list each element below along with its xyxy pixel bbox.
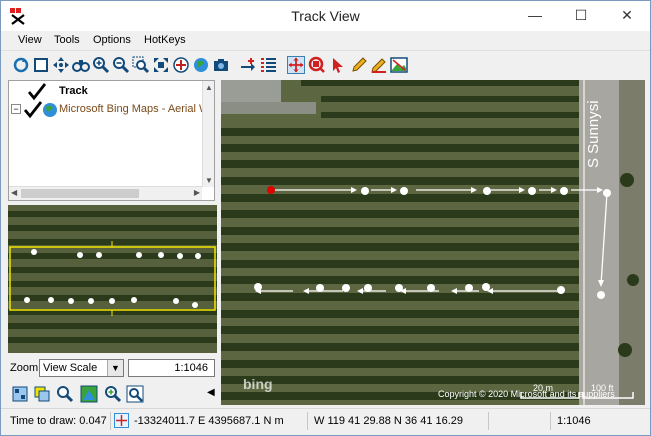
- refresh-icon[interactable]: [12, 56, 30, 74]
- overview-map[interactable]: [8, 205, 217, 353]
- track-view-window: Track View — ☐ ✕ View Tools Options HotK…: [0, 0, 651, 436]
- geographic-coordinates: W 119 41 29.88 N 36 41 16.29: [311, 412, 489, 430]
- road-label: S Sunnysi: [585, 100, 602, 168]
- tree-item-label: Microsoft Bing Maps - Aerial W: [59, 103, 210, 115]
- camera-icon[interactable]: [212, 56, 230, 74]
- overview-map-image: [8, 205, 217, 353]
- zoom-in-icon[interactable]: [92, 56, 110, 74]
- zoom-row: Zoom View Scale ▼ 1:1046: [8, 357, 217, 379]
- layer-tree: Track − Microsoft Bing Maps - Aerial W ▲…: [8, 80, 215, 201]
- menu-options[interactable]: Options: [93, 34, 131, 46]
- pencil-icon[interactable]: [350, 56, 368, 74]
- title-bar: Track View — ☐ ✕: [1, 1, 650, 31]
- checkmark-icon[interactable]: [27, 83, 47, 101]
- globe-icon: [43, 103, 57, 117]
- projected-coordinates: -13324011.7 E 4395687.1 N m: [131, 412, 308, 430]
- mini-tool-1-icon[interactable]: [11, 385, 29, 403]
- scale-value-field[interactable]: 1:1046: [128, 359, 215, 377]
- main-toolbar: [1, 52, 650, 80]
- globe-icon[interactable]: [192, 56, 210, 74]
- checkmark-icon[interactable]: [23, 101, 43, 119]
- bing-watermark: bing: [243, 376, 273, 392]
- zoom-extents-icon[interactable]: [152, 56, 170, 74]
- menu-hotkeys[interactable]: HotKeys: [144, 34, 186, 46]
- menu-view[interactable]: View: [18, 34, 42, 46]
- status-bar: Time to draw: 0.047 -13324011.7 E 439568…: [1, 408, 650, 435]
- tree-item-track[interactable]: Track: [9, 83, 199, 101]
- list-icon[interactable]: [260, 56, 278, 74]
- layers-icon[interactable]: [172, 56, 190, 74]
- zoom-out-icon[interactable]: [112, 56, 130, 74]
- zoom-target-icon[interactable]: [126, 385, 144, 403]
- zoom-rect-icon[interactable]: [132, 56, 150, 74]
- chevron-down-icon[interactable]: ▼: [107, 360, 123, 376]
- scale-mode-value: View Scale: [43, 362, 98, 374]
- zoom-label: Zoom: [10, 362, 39, 374]
- map-attribution: Copyright © 2020 Microsoft and its suppl…: [438, 389, 615, 399]
- track-start-point[interactable]: [267, 186, 275, 194]
- maximize-button[interactable]: ☐: [558, 1, 604, 31]
- stop-tool-icon[interactable]: [308, 56, 326, 74]
- close-button[interactable]: ✕: [604, 1, 650, 31]
- collapse-panel-icon[interactable]: ◀: [207, 387, 215, 398]
- menu-bar: View Tools Options HotKeys: [1, 31, 650, 51]
- crosshair-icon[interactable]: [114, 413, 129, 428]
- tree-vertical-scrollbar[interactable]: ▲ ▼: [202, 81, 214, 187]
- map-frame-icon[interactable]: [80, 385, 98, 403]
- scale-label-feet: 100 ft: [591, 383, 614, 393]
- tree-item-bing-maps[interactable]: − Microsoft Bing Maps - Aerial W: [9, 101, 209, 119]
- scale-mode-select[interactable]: View Scale ▼: [39, 359, 124, 377]
- stop-icon[interactable]: [32, 56, 50, 74]
- select-tool-icon[interactable]: [329, 56, 347, 74]
- mini-tool-2-icon[interactable]: [33, 385, 51, 403]
- magnifier-icon[interactable]: [56, 385, 74, 403]
- scroll-thumb[interactable]: [21, 189, 139, 198]
- move-tool-icon[interactable]: [287, 56, 305, 74]
- time-to-draw: Time to draw: 0.047: [7, 412, 111, 430]
- minimize-button[interactable]: —: [512, 1, 558, 31]
- overview-toolbar: ◀: [8, 382, 217, 406]
- map-image-icon[interactable]: [390, 56, 408, 74]
- scale-value: 1:1046: [174, 362, 208, 374]
- zoom-plus-icon[interactable]: [104, 385, 122, 403]
- tree-item-label: Track: [59, 85, 88, 97]
- collapse-toggle[interactable]: −: [11, 104, 21, 114]
- status-scale: 1:1046: [557, 415, 591, 427]
- tree-horizontal-scrollbar[interactable]: ◀ ▶: [9, 186, 202, 200]
- pan-all-icon[interactable]: [52, 56, 70, 74]
- menu-tools[interactable]: Tools: [54, 34, 80, 46]
- main-map-view[interactable]: S Sunnysi bing Copyright © 2020 Microsof…: [221, 80, 645, 405]
- scale-label-meters: 20 m: [533, 383, 554, 393]
- edit-icon[interactable]: [370, 56, 388, 74]
- binoculars-icon[interactable]: [72, 56, 90, 74]
- status-blank: [491, 412, 551, 430]
- aerial-map-image: [221, 80, 645, 405]
- add-point-icon[interactable]: [239, 56, 257, 74]
